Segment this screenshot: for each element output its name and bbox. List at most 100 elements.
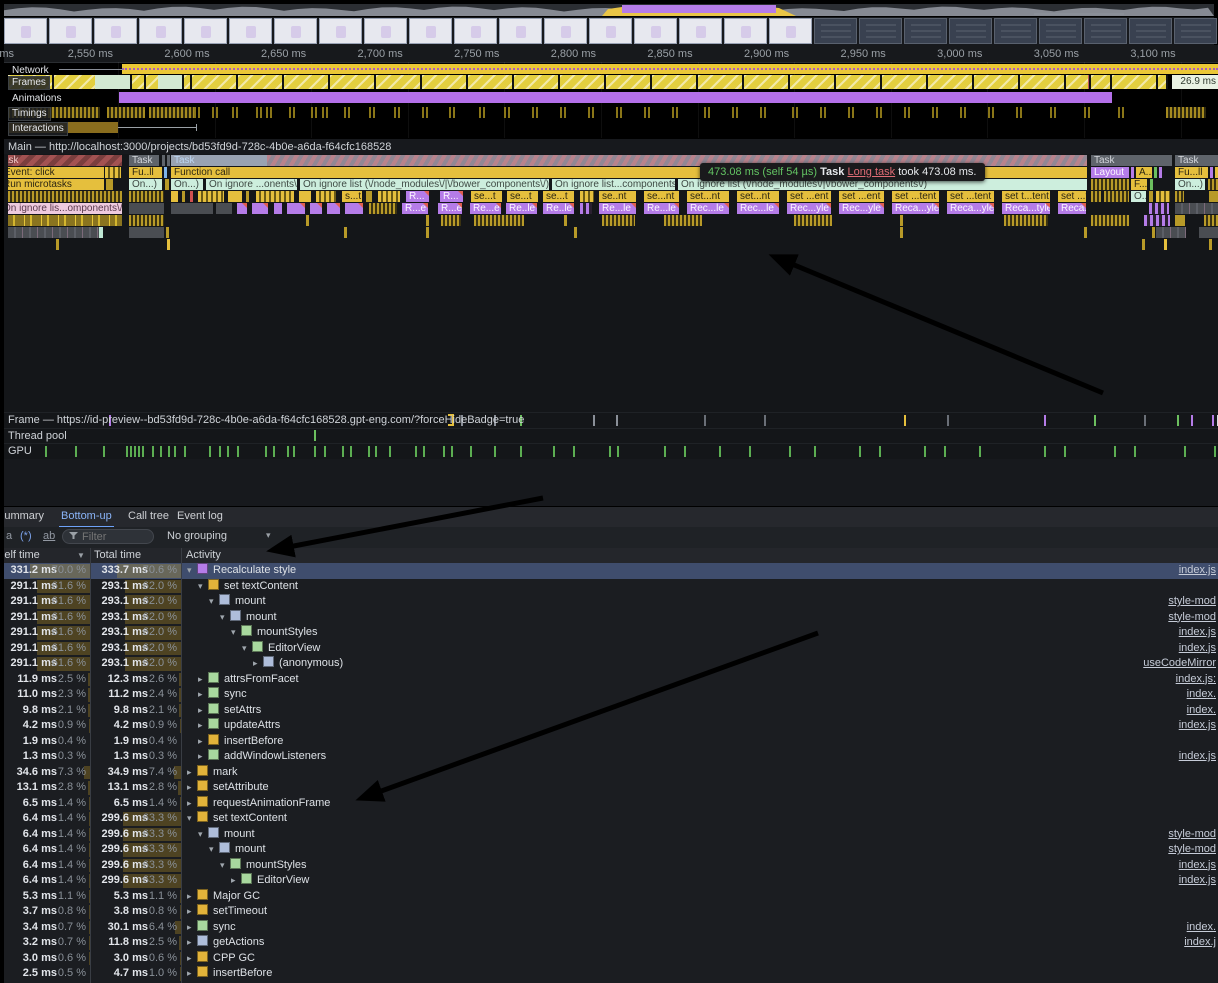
flame-segment-layout[interactable]: Layout — [1091, 167, 1129, 178]
screenshot-thumbnail[interactable] — [229, 18, 272, 44]
collapse-arrow-icon[interactable]: ▾ — [220, 858, 230, 874]
network-track[interactable]: Network — [4, 63, 1218, 75]
collapse-arrow-icon[interactable]: ▾ — [187, 811, 197, 827]
source-link[interactable]: index.js — [1179, 718, 1216, 734]
chevron-down-icon[interactable]: ▾ — [266, 530, 271, 541]
flame-segment[interactable] — [105, 167, 121, 178]
source-link[interactable]: index.js: — [1176, 672, 1216, 688]
flame-segment-reca-yle[interactable]: Reca...yle — [947, 203, 994, 214]
flame-segment-set-nt[interactable]: set...nt — [737, 191, 779, 202]
flame-segment[interactable] — [1004, 215, 1048, 226]
screenshot-thumbnail[interactable] — [1174, 18, 1217, 44]
animations-track[interactable]: Animations — [4, 91, 1218, 104]
expand-arrow-icon[interactable]: ▸ — [187, 904, 197, 920]
source-link[interactable]: index.js — [1179, 641, 1216, 657]
flame-segment-on-[interactable]: On...) — [171, 179, 203, 190]
flame-segment[interactable] — [1209, 191, 1218, 202]
expand-arrow-icon[interactable]: ▸ — [187, 951, 197, 967]
flame-segment[interactable] — [344, 227, 347, 238]
frame-block[interactable] — [1020, 75, 1066, 89]
flame-segment-se-t[interactable]: se...t — [543, 191, 574, 202]
flame-segment[interactable] — [1144, 215, 1170, 226]
flame-segment[interactable] — [171, 203, 213, 214]
flame-segment[interactable] — [1156, 191, 1170, 202]
flame-segment[interactable] — [327, 203, 340, 214]
gpu-lane[interactable]: GPU — [4, 443, 1218, 460]
table-row-addwindowlisteners[interactable]: 1.3 ms0.3 %1.3 ms0.3 %▸addWindowListener… — [4, 749, 1218, 765]
flame-segment-reca-tyle[interactable]: Reca...tyle — [1002, 203, 1050, 214]
screenshot-thumbnail[interactable] — [859, 18, 902, 44]
flame-segment[interactable] — [1149, 191, 1153, 202]
flame-segment-r-[interactable]: R... — [406, 191, 429, 202]
idle-frame-block[interactable] — [95, 75, 132, 89]
screenshot-thumbnail[interactable] — [319, 18, 362, 44]
table-row-setattrs[interactable]: 9.8 ms2.1 %9.8 ms2.1 %▸setAttrsindex. — [4, 703, 1218, 719]
tab-event-log[interactable]: Event log — [175, 507, 225, 526]
flame-segment[interactable] — [106, 179, 113, 190]
table-row-settimeout[interactable]: 3.7 ms0.8 %3.8 ms0.8 %▸setTimeout — [4, 904, 1218, 920]
flame-segment[interactable] — [369, 203, 397, 214]
flame-segment-rec-yle[interactable]: Rec...yle — [787, 203, 831, 214]
screenshot-thumbnail[interactable] — [814, 18, 857, 44]
screenshot-thumbnail[interactable] — [49, 18, 92, 44]
frame-duration-badge[interactable]: 26.9 ms — [1172, 75, 1218, 89]
screenshot-thumbnail[interactable] — [634, 18, 677, 44]
flame-segment[interactable] — [274, 203, 282, 214]
main-thread-title[interactable]: Main — http://localhost:3000/projects/bd… — [4, 138, 1218, 154]
flame-segment[interactable] — [167, 239, 170, 250]
table-row-major-gc[interactable]: 5.3 ms1.1 %5.3 ms1.1 %▸Major GC — [4, 889, 1218, 905]
frame-block[interactable] — [606, 75, 652, 89]
flame-segment[interactable] — [99, 227, 103, 238]
flame-segment[interactable] — [237, 203, 247, 214]
screenshot-thumbnail[interactable] — [454, 18, 497, 44]
flame-segment-se-nt[interactable]: se...nt — [644, 191, 679, 202]
table-row-updateattrs[interactable]: 4.2 ms0.9 %4.2 ms0.9 %▸updateAttrsindex.… — [4, 718, 1218, 734]
tab-bottom-up[interactable]: Bottom-up — [59, 507, 114, 528]
flame-segment[interactable] — [1154, 167, 1157, 178]
frame-block[interactable] — [1158, 75, 1168, 89]
tooltip-long-task-link[interactable]: Long task — [847, 166, 895, 178]
flame-segment[interactable] — [8, 215, 122, 226]
flame-segment[interactable] — [580, 203, 592, 214]
filter-input[interactable] — [82, 531, 138, 543]
frame-block[interactable] — [882, 75, 928, 89]
frame-block[interactable] — [652, 75, 698, 89]
flame-segment-set-nt[interactable]: set...nt — [687, 191, 729, 202]
flame-segment-re-le[interactable]: Re..le — [506, 203, 537, 214]
flame-segment[interactable] — [1175, 191, 1184, 202]
flame-segment[interactable] — [171, 191, 178, 202]
col-self-time[interactable]: Self time — [4, 548, 40, 563]
source-link[interactable]: style-mod — [1168, 842, 1216, 858]
thread-pool-lane[interactable]: Thread pool — [4, 428, 1218, 443]
flame-segment-f-l[interactable]: F...l — [1131, 179, 1147, 190]
expand-arrow-icon[interactable]: ▸ — [187, 966, 197, 982]
flame-segment-rec-le[interactable]: Rec...le — [737, 203, 779, 214]
table-row-recalculate-style[interactable]: 331.2 ms70.0 %333.7 ms70.6 %▾Recalculate… — [4, 563, 1218, 579]
flame-segment-s-t[interactable]: s...t — [342, 191, 362, 202]
frame-block[interactable] — [698, 75, 744, 89]
flame-segment-set-t-tent[interactable]: set t...tent — [1002, 191, 1050, 202]
frame-block[interactable] — [1112, 75, 1158, 89]
flame-segment[interactable] — [216, 203, 232, 214]
flame-segment[interactable] — [1159, 167, 1162, 178]
flame-segment-o-[interactable]: O... — [1131, 191, 1146, 202]
flame-segment[interactable] — [1091, 179, 1129, 190]
source-link[interactable]: index.js — [1179, 873, 1216, 889]
flame-segment-on-[interactable]: On...) — [1175, 179, 1205, 190]
flame-segment[interactable] — [1152, 227, 1155, 238]
flame-segment-reca-yle[interactable]: Reca...yle — [892, 203, 939, 214]
screenshot-thumbnail[interactable] — [679, 18, 722, 44]
flame-segment[interactable] — [1210, 167, 1213, 178]
flame-segment[interactable] — [310, 203, 322, 214]
flame-segment[interactable] — [1091, 215, 1129, 226]
screenshot-thumbnail[interactable] — [1084, 18, 1127, 44]
flame-segment-set-ent[interactable]: set ...ent — [839, 191, 884, 202]
flame-segment[interactable] — [426, 227, 429, 238]
frame-block[interactable] — [468, 75, 514, 89]
frame-block[interactable] — [284, 75, 330, 89]
flame-segment[interactable] — [574, 227, 577, 238]
screenshot-thumbnail[interactable] — [904, 18, 947, 44]
flame-segment[interactable] — [441, 215, 461, 226]
screenshot-thumbnail[interactable] — [274, 18, 317, 44]
flame-segment[interactable] — [1104, 191, 1129, 202]
